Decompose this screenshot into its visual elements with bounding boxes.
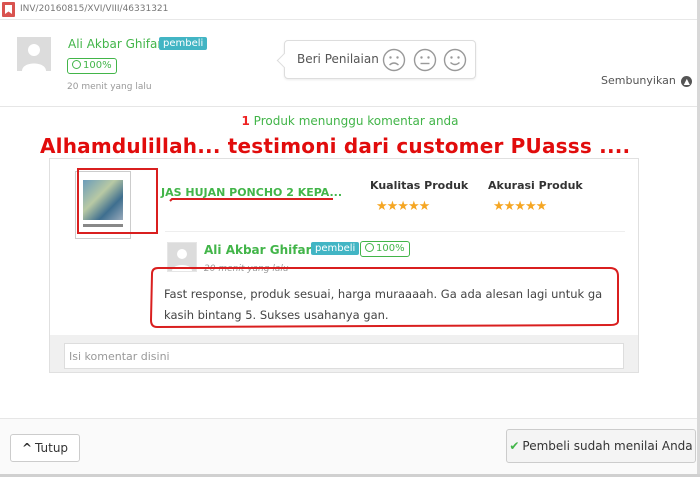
product-name[interactable]: JAS HUJAN PONCHO 2 KEPA... bbox=[161, 186, 342, 199]
close-button-label: Tutup bbox=[35, 441, 69, 455]
smile-icon bbox=[72, 60, 81, 69]
smile-icon bbox=[365, 243, 374, 252]
avatar bbox=[17, 37, 51, 71]
chevron-up-icon: ▲ bbox=[681, 76, 693, 87]
buyer-badge: pembeli bbox=[159, 37, 208, 50]
reputation-badge: 100% bbox=[67, 58, 117, 74]
rating-prompt: Beri Penilaian bbox=[284, 40, 476, 79]
annotation-box-product-image bbox=[77, 168, 158, 234]
reputation-value: 100% bbox=[83, 60, 112, 71]
close-button[interactable]: ^ Tutup bbox=[10, 434, 80, 462]
bookmark-icon bbox=[2, 2, 15, 17]
reviewer-reputation: 100% bbox=[360, 241, 410, 257]
pending-text: Produk menunggu komentar anda bbox=[253, 114, 459, 128]
hide-link-label: Sembunyikan bbox=[601, 74, 676, 87]
hide-link[interactable]: Sembunyikan ▲ bbox=[601, 74, 693, 87]
annotation-banner: Alhamdulillah... testimoni dari customer… bbox=[40, 134, 631, 158]
buyer-rated-button[interactable]: ✔ Pembeli sudah menilai Anda bbox=[506, 429, 696, 463]
pending-count: 1 bbox=[241, 114, 250, 128]
footer: ^ Tutup ✔ Pembeli sudah menilai Anda bbox=[0, 418, 700, 477]
divider bbox=[165, 231, 625, 232]
accuracy-label: Akurasi Produk bbox=[488, 179, 583, 192]
timestamp: 20 menit yang lalu bbox=[67, 82, 152, 92]
buyer-name[interactable]: Ali Akbar Ghifari bbox=[68, 37, 166, 51]
chevron-up-icon: ^ bbox=[21, 441, 32, 455]
invoice-number[interactable]: INV/20160815/XVI/VIII/46331321 bbox=[20, 4, 168, 14]
reviewer-badge: pembeli bbox=[311, 242, 360, 255]
smile-face-icon[interactable] bbox=[443, 48, 467, 72]
check-icon: ✔ bbox=[509, 439, 520, 453]
rating-prompt-label: Beri Penilaian bbox=[297, 52, 379, 66]
pending-notice: 1 Produk menunggu komentar anda bbox=[0, 107, 700, 135]
review-header: Ali Akbar Ghifari pembeli 100% 20 menit … bbox=[0, 20, 700, 107]
reviewer-reputation-value: 100% bbox=[376, 243, 405, 254]
buyer-rated-label: Pembeli sudah menilai Anda bbox=[522, 439, 693, 453]
reviewer-name[interactable]: Ali Akbar Ghifari bbox=[204, 243, 316, 257]
review-timestamp: 20 menit yang lalu bbox=[204, 264, 289, 274]
invoice-bar: INV/20160815/XVI/VIII/46331321 bbox=[0, 0, 700, 20]
quality-stars: ★★★★★ bbox=[376, 199, 430, 214]
reviewer-avatar bbox=[167, 242, 197, 272]
neutral-face-icon[interactable] bbox=[413, 48, 437, 72]
sad-face-icon[interactable] bbox=[382, 48, 406, 72]
accuracy-stars: ★★★★★ bbox=[493, 199, 547, 214]
quality-label: Kualitas Produk bbox=[370, 179, 469, 192]
review-text: Fast response, produk sesuai, harga mura… bbox=[164, 287, 603, 322]
comment-input[interactable]: Isi komentar disini bbox=[64, 343, 624, 369]
